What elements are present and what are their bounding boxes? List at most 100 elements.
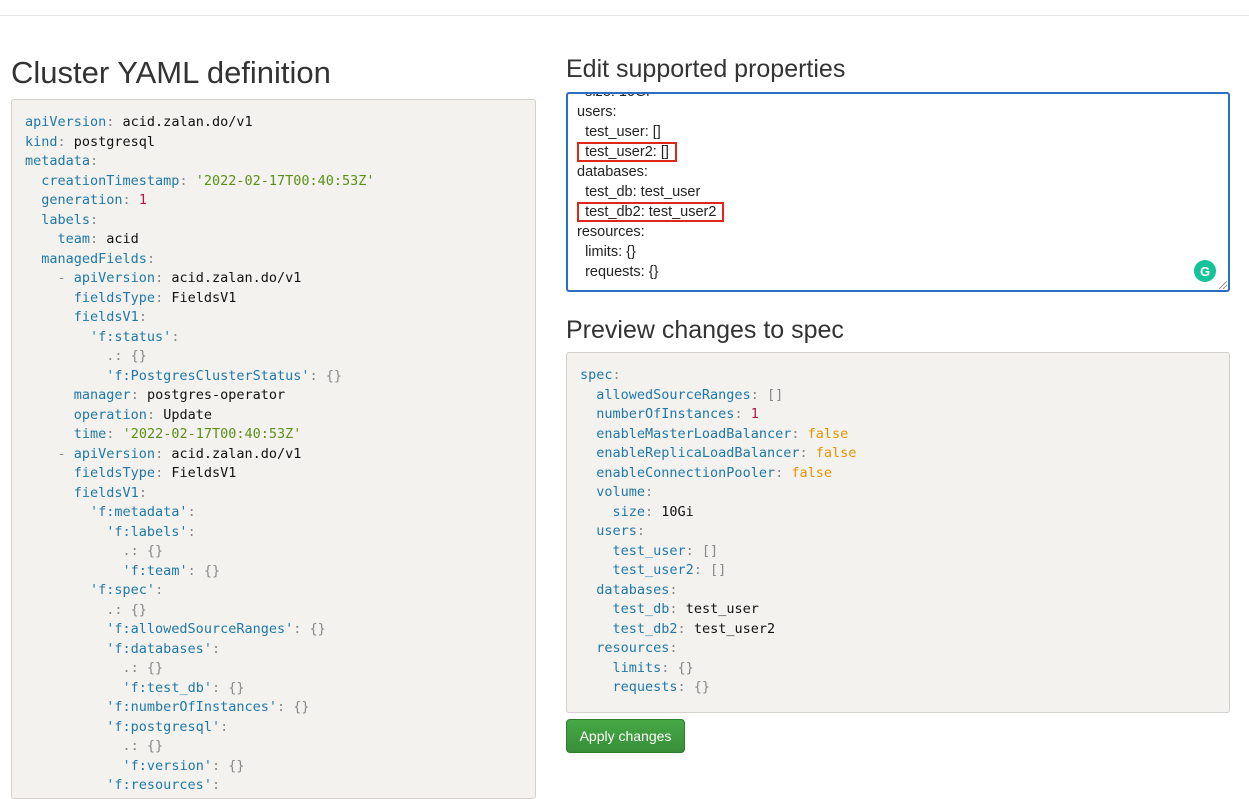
code-token: test_user2 — [693, 620, 776, 637]
preview-spec-code: spec: allowedSourceRanges: [] numberOfIn… — [566, 352, 1230, 713]
editor-line: test_db: test_user — [577, 182, 1177, 202]
code-token: databases — [596, 581, 670, 598]
editor-text: databases: — [577, 164, 648, 180]
code-token: 'f:status' — [90, 328, 172, 345]
code-line: operation: Update — [25, 406, 522, 426]
code-token: : [] — [693, 562, 727, 578]
code-line: 'f:team': {} — [25, 562, 522, 582]
code-line: users: — [580, 522, 1216, 542]
code-token: : {} — [211, 679, 245, 696]
code-token: 'f:allowedSourceRanges' — [106, 621, 294, 637]
preview-changes-title: Preview changes to spec — [566, 316, 844, 344]
code-line: test_user2: [] — [580, 561, 1216, 581]
code-token: requests — [612, 679, 678, 695]
code-token: enableReplicaLoadBalancer — [596, 445, 800, 461]
code-token: kind — [25, 133, 58, 150]
code-token: test_user — [612, 542, 686, 559]
code-token: : — [734, 406, 751, 422]
code-line: enableMasterLoadBalancer: false — [580, 425, 1216, 445]
code-token: apiVersion — [73, 445, 156, 462]
code-token: acid.zalan.do/v1 — [171, 445, 302, 462]
code-token: : — [138, 309, 147, 325]
code-token: : — [146, 250, 156, 267]
code-token: labels — [41, 211, 91, 228]
editor-line: limits: {} — [577, 242, 1177, 262]
code-token: : [] — [685, 542, 719, 559]
code-token: enableConnectionPooler — [596, 464, 776, 481]
code-token: allowedSourceRanges — [596, 386, 751, 403]
code-token: 'f:databases' — [106, 640, 212, 657]
editor-line: resources: — [577, 222, 1177, 242]
code-token: 'f:resources' — [106, 777, 212, 793]
code-line: test_db2: test_user2 — [580, 620, 1216, 640]
code-token: : {} — [187, 562, 221, 579]
editor-text: test_user: [] — [585, 124, 661, 140]
code-line: test_user: [] — [580, 542, 1216, 562]
code-line: requests: {} — [580, 678, 1216, 698]
code-token: 'f:labels' — [106, 523, 188, 540]
code-token: 1 — [750, 406, 759, 422]
code-token: FieldsV1 — [171, 289, 237, 306]
code-token: : — [146, 406, 164, 423]
code-line: 'f:status': — [25, 328, 522, 348]
code-line: 'f:numberOfInstances': {} — [25, 698, 522, 718]
code-token: fieldsType — [73, 465, 156, 481]
cluster-yaml-code: apiVersion: acid.zalan.do/v1 kind: postgr… — [11, 99, 536, 799]
code-token: 'f:PostgresClusterStatus' — [106, 367, 310, 384]
code-line: - apiVersion: acid.zalan.do/v1 — [25, 269, 522, 289]
code-token: : [] — [750, 386, 784, 403]
code-token: operation — [73, 406, 147, 423]
code-token: : {} — [309, 367, 342, 384]
code-token: enableMasterLoadBalancer — [596, 425, 792, 442]
code-token: : — [799, 445, 816, 461]
code-line: resources: — [580, 639, 1216, 659]
editor-text: test_db: test_user — [585, 184, 701, 200]
code-token: 'f:postgresql' — [106, 718, 221, 735]
code-line: .: {} — [25, 542, 522, 562]
code-line: managedFields: — [25, 250, 522, 270]
code-token: : {} — [293, 621, 326, 637]
code-token: : — [612, 367, 621, 383]
top-divider — [0, 15, 1249, 16]
editor-line: test_user: [] — [577, 122, 1177, 142]
code-token: : — [155, 270, 172, 286]
code-line: enableConnectionPooler: false — [580, 464, 1216, 484]
code-line: kind: postgresql — [25, 133, 522, 153]
resize-handle[interactable] — [1219, 281, 1227, 289]
code-line: .: {} — [25, 601, 522, 621]
apply-changes-button[interactable]: Apply changes — [566, 719, 685, 753]
code-token: .: {} — [122, 738, 164, 754]
code-line: 'f:allowedSourceRanges': {} — [25, 620, 522, 640]
code-line: fieldsV1: — [25, 484, 522, 504]
code-token: resources — [596, 640, 670, 656]
editor-content: size: 10Gi users: test_user: [] test_user… — [577, 94, 1177, 282]
code-line: size: 10Gi — [580, 503, 1216, 523]
code-token: metadata — [25, 153, 91, 169]
code-token: - — [57, 270, 74, 286]
code-line: limits: {} — [580, 659, 1216, 679]
code-token: .: {} — [122, 660, 164, 676]
code-token: .: {} — [106, 601, 147, 618]
code-token: : — [187, 504, 196, 520]
code-token: : — [791, 425, 808, 442]
code-token: : — [211, 777, 221, 793]
highlighted-text: test_db2: test_user2 — [577, 202, 725, 222]
code-token: : — [220, 718, 229, 735]
code-token: managedFields — [41, 250, 147, 267]
properties-editor-textarea[interactable]: size: 10Gi users: test_user: [] test_user… — [566, 92, 1230, 292]
code-token: false — [815, 445, 857, 461]
code-token: : {} — [276, 699, 310, 715]
code-token: : — [171, 328, 180, 345]
code-token: '2022-02-17T00:40:53Z' — [195, 172, 375, 189]
code-token: users — [596, 523, 637, 539]
code-token: : — [645, 484, 654, 500]
editor-text: limits: {} — [585, 244, 636, 260]
grammarly-icon[interactable]: G — [1194, 260, 1216, 282]
code-line: numberOfInstances: 1 — [580, 405, 1216, 425]
code-token: : — [669, 640, 678, 656]
code-token: FieldsV1 — [171, 465, 237, 481]
code-token: generation — [41, 192, 123, 208]
code-token: : {} — [677, 679, 711, 695]
editor-line: size: 10Gi — [577, 94, 1177, 102]
code-line: creationTimestamp: '2022-02-17T00:40:53Z… — [25, 172, 522, 192]
